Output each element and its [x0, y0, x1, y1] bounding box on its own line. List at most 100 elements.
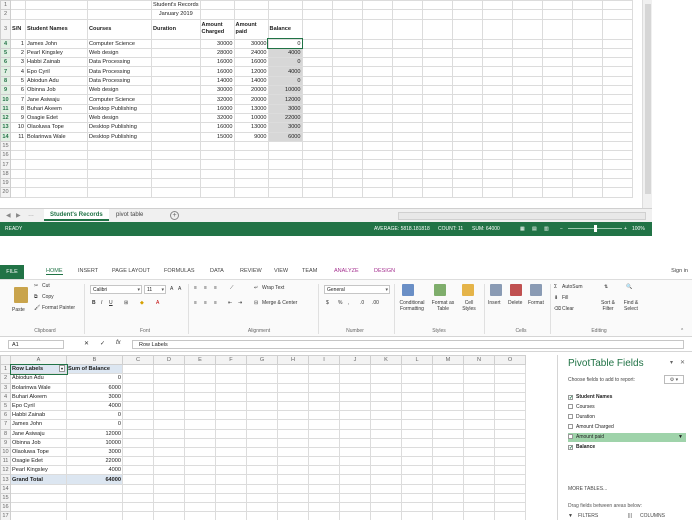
filters-area-label[interactable]: FILTERS	[578, 513, 598, 519]
cell[interactable]	[153, 511, 185, 520]
cell[interactable]	[361, 38, 393, 49]
checkbox-icon[interactable]	[568, 434, 573, 439]
cell[interactable]	[571, 140, 603, 152]
cell[interactable]	[10, 0, 26, 11]
cell[interactable]	[122, 511, 154, 520]
cell[interactable]	[361, 103, 393, 114]
cell[interactable]	[339, 382, 371, 393]
tab-next-icon[interactable]: ▶	[16, 212, 21, 219]
cell[interactable]	[339, 391, 371, 402]
balance-cell[interactable]: 6000	[267, 131, 303, 142]
cell[interactable]	[199, 9, 235, 20]
tab-students-records[interactable]: Student's Records	[44, 209, 109, 221]
column-header[interactable]: L	[401, 355, 433, 366]
cell[interactable]	[301, 112, 333, 124]
cell[interactable]	[233, 187, 269, 198]
course-cell[interactable]: Computer Science	[87, 38, 152, 49]
cell[interactable]	[432, 382, 464, 393]
cell[interactable]	[308, 483, 340, 494]
cell[interactable]	[10, 492, 67, 504]
cell[interactable]	[421, 140, 453, 152]
pivot-row-value[interactable]: 12000	[66, 428, 123, 439]
cell[interactable]	[277, 474, 309, 485]
cell[interactable]	[451, 187, 483, 198]
pivot-field-amount-charged[interactable]: Amount Charged	[568, 423, 686, 432]
align-middle-icon[interactable]: ≡	[204, 285, 207, 291]
comma-icon[interactable]: ,	[348, 300, 349, 306]
balance-cell[interactable]: 4000	[267, 66, 303, 77]
cell[interactable]	[246, 373, 278, 384]
cell[interactable]	[10, 187, 26, 198]
cell[interactable]	[301, 150, 333, 161]
cell[interactable]	[494, 501, 526, 513]
balance-cell[interactable]: 3000	[267, 103, 303, 114]
cell[interactable]	[215, 419, 247, 430]
row-header[interactable]: 10	[0, 446, 11, 458]
cell[interactable]	[331, 168, 363, 180]
cell[interactable]	[541, 168, 573, 180]
cut-button[interactable]: Cut	[42, 283, 50, 289]
row-header[interactable]: 20	[0, 187, 11, 198]
cell[interactable]	[421, 122, 453, 133]
cell[interactable]	[277, 483, 309, 494]
course-cell[interactable]: Data Processing	[87, 57, 152, 68]
cell[interactable]	[370, 483, 402, 494]
cell[interactable]	[308, 437, 340, 448]
cell[interactable]	[10, 159, 26, 170]
cell[interactable]	[215, 474, 247, 485]
cell[interactable]	[451, 159, 483, 170]
sn-cell[interactable]: 2	[10, 47, 26, 59]
sn-cell[interactable]: 3	[10, 57, 26, 68]
copy-button[interactable]: Copy	[42, 294, 54, 300]
cell[interactable]	[308, 446, 340, 458]
cell[interactable]	[361, 75, 393, 87]
cell[interactable]	[494, 492, 526, 504]
cell[interactable]	[339, 428, 371, 439]
balance-cell[interactable]: 12000	[267, 94, 303, 105]
cell[interactable]	[511, 150, 543, 161]
cell[interactable]	[541, 18, 573, 40]
cell[interactable]	[511, 140, 543, 152]
tab-home[interactable]: HOME	[46, 268, 63, 275]
cell[interactable]	[511, 159, 543, 170]
cell[interactable]	[122, 373, 154, 384]
cell[interactable]	[331, 140, 363, 152]
row-header[interactable]: 7	[0, 419, 11, 430]
row-header[interactable]: 15	[0, 492, 11, 504]
cell[interactable]	[361, 9, 393, 20]
cell[interactable]	[432, 428, 464, 439]
cell[interactable]	[401, 373, 433, 384]
balance-cell[interactable]: 4000	[267, 47, 303, 59]
cell[interactable]	[571, 57, 603, 68]
cell[interactable]	[541, 47, 573, 59]
cell[interactable]	[601, 75, 633, 87]
sign-in-link[interactable]: Sign in	[671, 268, 688, 274]
autosum-button[interactable]: AutoSum	[562, 284, 583, 290]
cell[interactable]	[301, 159, 333, 170]
cell[interactable]	[331, 150, 363, 161]
cell[interactable]	[391, 38, 423, 49]
cell[interactable]	[151, 159, 201, 170]
cell[interactable]	[463, 410, 495, 421]
cell[interactable]	[277, 419, 309, 430]
cell[interactable]	[494, 446, 526, 458]
course-cell[interactable]: Web design	[87, 47, 152, 59]
row-header[interactable]: 17	[0, 511, 11, 520]
borders-icon[interactable]: ⊞	[124, 300, 128, 306]
cell[interactable]	[246, 410, 278, 421]
cell[interactable]	[571, 131, 603, 142]
cell[interactable]	[122, 483, 154, 494]
cell-styles-icon[interactable]	[462, 284, 474, 296]
balance-cell[interactable]: 0	[267, 38, 304, 50]
cell[interactable]	[308, 492, 340, 504]
cell[interactable]	[401, 511, 433, 520]
cell[interactable]	[66, 483, 123, 494]
cell[interactable]	[87, 178, 152, 189]
cell[interactable]	[463, 391, 495, 402]
cell[interactable]	[153, 419, 185, 430]
column-header[interactable]: D	[153, 355, 185, 366]
cell[interactable]	[571, 178, 603, 189]
cell[interactable]	[571, 112, 603, 124]
cell[interactable]	[184, 465, 216, 476]
filter-dropdown-icon[interactable]: ▾	[58, 365, 65, 373]
